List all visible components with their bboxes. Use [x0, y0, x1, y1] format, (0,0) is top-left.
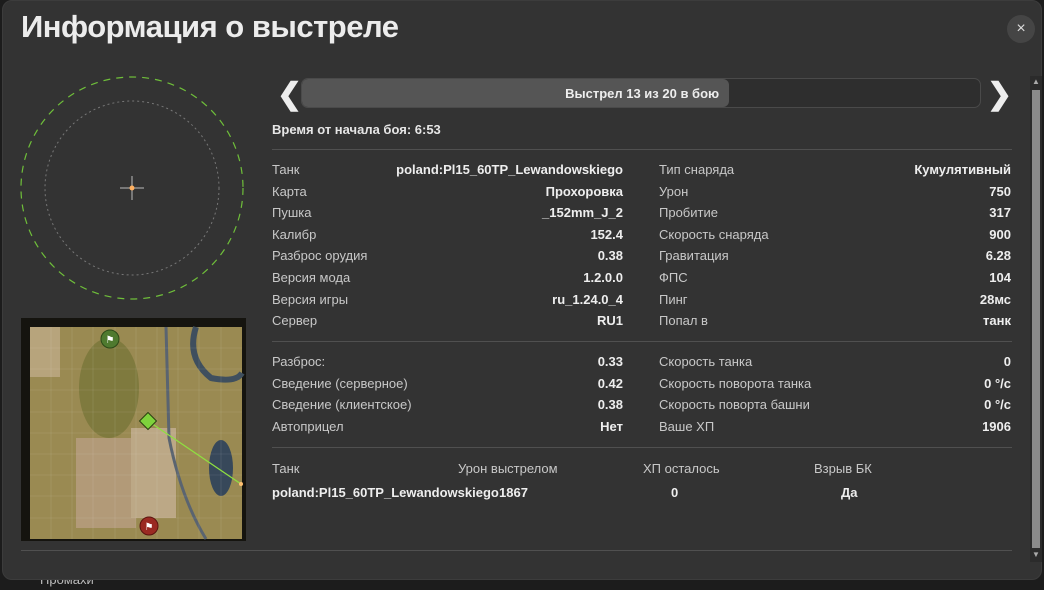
svg-text:⚑: ⚑ — [106, 335, 115, 346]
shot-progress-bar: Выстрел 13 из 20 в бою — [301, 78, 981, 108]
aim-right-row: Скорость танка 0 — [3, 354, 1043, 374]
info-right-label: Скорость снаряда — [659, 226, 769, 242]
hits-cell-hp-left: 0 — [671, 485, 679, 500]
info-right-label: Попал в — [659, 313, 708, 329]
target-marker-icon — [239, 482, 243, 486]
info-right-value: 317 — [989, 205, 1011, 221]
hits-header-ammo-rack: Взрыв БК — [814, 461, 872, 476]
shot-info-dialog: Информация о выстреле × ⚑ ⚑ ❮ Выстрел 13… — [2, 0, 1042, 580]
divider — [21, 550, 1012, 551]
info-right-row: Пинг 28мс — [3, 292, 1043, 312]
info-right-row: Пробитие 317 — [3, 205, 1043, 225]
info-right-row: Тип снаряда Кумулятивный — [3, 162, 1043, 182]
aim-right-row: Скорость поворта башни 0 °/с — [3, 397, 1043, 417]
scrollbar-thumb[interactable] — [1032, 90, 1040, 548]
info-right-row: Скорость снаряда 900 — [3, 227, 1043, 247]
aim-right-label: Скорость поворота танка — [659, 375, 812, 391]
info-right-value: 28мс — [979, 291, 1011, 307]
scrollbar[interactable]: ▲ ▼ — [1030, 76, 1042, 562]
info-right-row: Попал в танк — [3, 313, 1043, 333]
divider — [272, 341, 1012, 342]
info-right-value: 750 — [989, 183, 1011, 199]
battle-time: Время от начала боя: 6:53 — [272, 122, 441, 137]
info-right-value: 900 — [989, 226, 1011, 242]
hits-cell-ammo-rack: Да — [841, 485, 858, 500]
scroll-down-icon[interactable]: ▼ — [1032, 550, 1040, 559]
divider — [272, 447, 1012, 448]
dialog-title: Информация о выстреле — [21, 9, 399, 44]
aim-right-row: Ваше ХП 1906 — [3, 419, 1043, 439]
aim-right-value: 0 °/с — [984, 375, 1011, 391]
info-right-label: Пинг — [659, 291, 688, 307]
info-right-row: Гравитация 6.28 — [3, 248, 1043, 268]
close-button[interactable]: × — [1007, 15, 1035, 43]
info-right-label: Гравитация — [659, 248, 729, 264]
scroll-up-icon[interactable]: ▲ — [1032, 77, 1040, 86]
hits-header-tank: Танк — [272, 461, 300, 476]
aim-right-row: Скорость поворота танка 0 °/с — [3, 376, 1043, 396]
divider — [272, 149, 1012, 150]
info-right-row: ФПС 104 — [3, 270, 1043, 290]
info-right-row: Урон 750 — [3, 184, 1043, 204]
shot-counter-label: Выстрел 13 из 20 в бою — [565, 86, 720, 101]
aim-right-label: Скорость танка — [659, 354, 753, 369]
info-right-value: 104 — [989, 270, 1011, 285]
next-shot-button[interactable]: ❯ — [987, 77, 1012, 112]
previous-shot-button[interactable]: ❮ — [277, 77, 302, 112]
aim-right-value: 1906 — [982, 418, 1011, 434]
aim-right-label: Ваше ХП — [659, 418, 715, 434]
info-right-value: Кумулятивный — [914, 162, 1011, 177]
hits-cell-damage: 1867 — [499, 485, 528, 500]
info-right-label: ФПС — [659, 270, 688, 285]
aim-right-label: Скорость поворта башни — [659, 397, 810, 413]
svg-text:⚑: ⚑ — [145, 522, 154, 533]
hits-cell-tank: poland:Pl15_60TP_Lewandowskiego — [272, 485, 499, 500]
info-right-label: Тип снаряда — [659, 162, 735, 177]
hits-header-hp-left: ХП осталось — [643, 461, 720, 476]
aim-right-value: 0 °/с — [984, 397, 1011, 413]
info-right-value: 6.28 — [985, 248, 1011, 264]
info-right-value: танк — [983, 313, 1011, 329]
info-right-label: Урон — [659, 183, 689, 199]
info-right-label: Пробитие — [659, 205, 718, 221]
aim-right-value: 0 — [1003, 354, 1011, 369]
hits-header-damage: Урон выстрелом — [458, 461, 558, 476]
